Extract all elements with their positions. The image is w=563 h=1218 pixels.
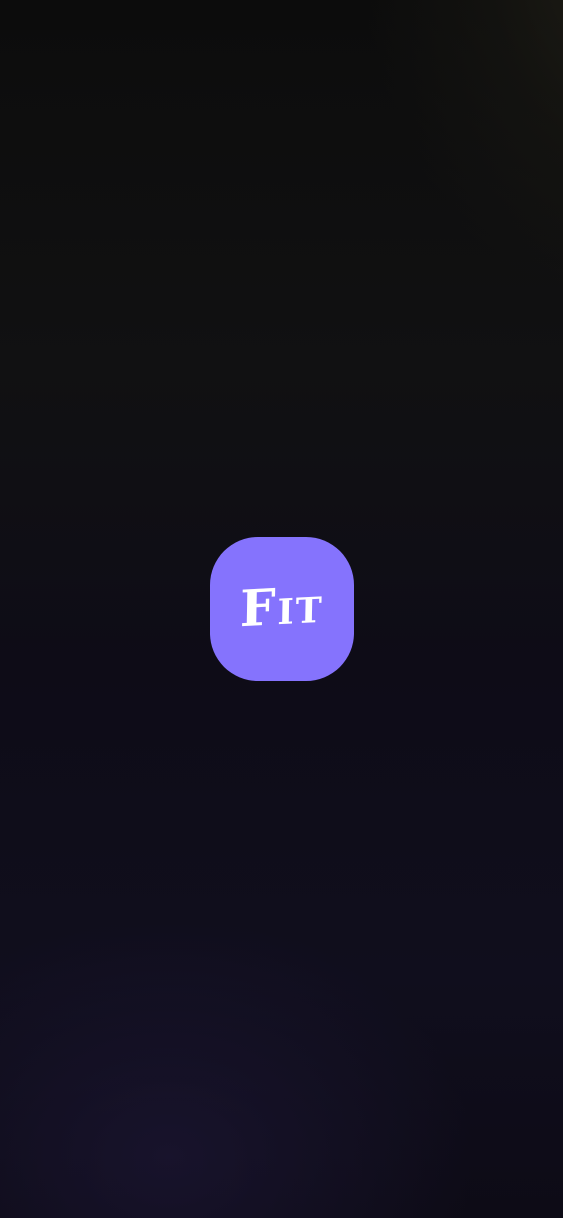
app-logo: Fit bbox=[210, 537, 354, 681]
app-logo-text: Fit bbox=[239, 574, 325, 639]
splash-screen: Fit bbox=[0, 0, 563, 1218]
